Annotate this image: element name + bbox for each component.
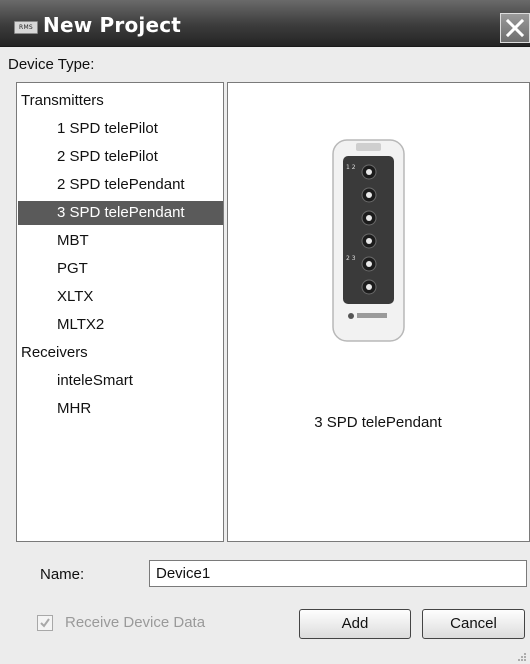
resize-grip-icon[interactable] bbox=[515, 650, 527, 662]
list-item-xltx[interactable]: XLTX bbox=[18, 285, 223, 309]
list-item-1-spd-telepilot[interactable]: 1 SPD telePilot bbox=[18, 117, 223, 141]
checkmark-icon bbox=[40, 618, 50, 628]
list-item-3-spd-telependant[interactable]: 3 SPD telePendant bbox=[18, 201, 223, 225]
pendant-remote-image: 1 2 2 3 bbox=[332, 139, 405, 342]
name-label: Name: bbox=[40, 566, 85, 583]
app-logo-icon: RMS bbox=[14, 21, 38, 34]
svg-text:1 2: 1 2 bbox=[346, 164, 356, 171]
list-item-intelesmart[interactable]: inteleSmart bbox=[18, 369, 223, 393]
device-preview-panel: 1 2 2 3 3 SPD telePendant bbox=[227, 82, 530, 542]
device-type-label: Device Type: bbox=[8, 56, 95, 73]
close-button[interactable] bbox=[500, 13, 530, 43]
list-item-2-spd-telepilot[interactable]: 2 SPD telePilot bbox=[18, 145, 223, 169]
list-item-mltx2[interactable]: MLTX2 bbox=[18, 313, 223, 337]
close-icon bbox=[505, 18, 525, 38]
group-transmitters[interactable]: Transmitters bbox=[18, 89, 223, 113]
name-input[interactable] bbox=[149, 560, 527, 587]
svg-text:2 3: 2 3 bbox=[346, 255, 356, 262]
list-item-2-spd-telependant[interactable]: 2 SPD telePendant bbox=[18, 173, 223, 197]
group-receivers[interactable]: Receivers bbox=[18, 341, 223, 365]
preview-caption: 3 SPD telePendant bbox=[314, 414, 442, 431]
add-button[interactable]: Add bbox=[299, 609, 411, 639]
receive-device-data-label: Receive Device Data bbox=[65, 614, 206, 631]
window-title: New Project bbox=[43, 13, 182, 37]
list-item-mhr[interactable]: MHR bbox=[18, 397, 223, 421]
list-item-mbt[interactable]: MBT bbox=[18, 229, 223, 253]
cancel-button[interactable]: Cancel bbox=[422, 609, 525, 639]
checkbox-box[interactable] bbox=[37, 615, 53, 631]
title-bar[interactable]: RMS New Project bbox=[0, 0, 530, 47]
list-item-pgt[interactable]: PGT bbox=[18, 257, 223, 281]
device-type-list[interactable]: Transmitters 1 SPD telePilot 2 SPD teleP… bbox=[16, 82, 224, 542]
